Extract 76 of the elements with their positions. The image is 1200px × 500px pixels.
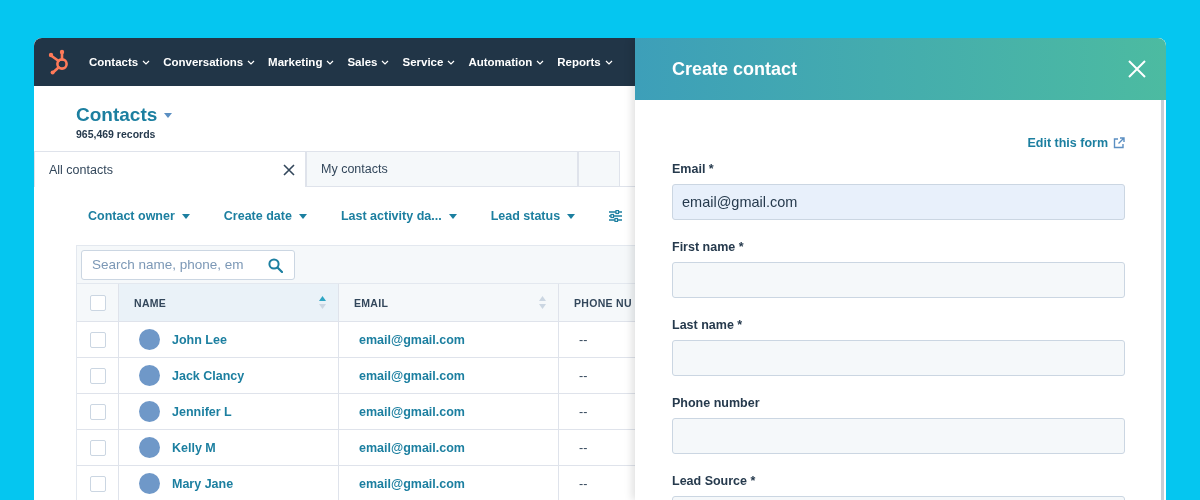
external-link-icon — [1113, 137, 1125, 149]
panel-title: Create contact — [672, 58, 798, 80]
caret-icon — [448, 213, 457, 219]
nav-menu-item[interactable]: Contacts — [89, 56, 151, 68]
contact-name-link[interactable]: Mary Jane — [172, 476, 234, 491]
avatar-icon — [139, 473, 160, 494]
caret-icon — [447, 59, 456, 65]
view-tab[interactable]: My contacts — [306, 151, 578, 186]
nav-menu-item[interactable]: Service — [402, 56, 456, 68]
caret-icon — [164, 112, 173, 118]
filter-dropdown[interactable]: Create date — [223, 209, 307, 223]
filter-sliders-icon[interactable] — [609, 210, 623, 222]
phone-cell: -- — [579, 368, 588, 383]
email-link[interactable]: email@gmail.com — [359, 332, 465, 347]
select-all-checkbox[interactable] — [89, 294, 106, 311]
view-tab[interactable] — [578, 151, 620, 186]
field-label: Last name * — [672, 318, 744, 332]
row-checkbox[interactable] — [89, 331, 106, 348]
close-icon[interactable] — [283, 163, 295, 176]
email-link[interactable]: email@gmail.com — [359, 440, 465, 455]
phone-cell: -- — [579, 440, 588, 455]
contact-name-link[interactable]: John Lee — [172, 332, 227, 347]
text-input-field[interactable] — [672, 262, 1125, 298]
contact-name-link[interactable]: Jennifer L — [172, 404, 232, 419]
page-title[interactable]: Contacts — [76, 104, 158, 126]
caret-icon — [536, 59, 545, 65]
row-checkbox[interactable] — [89, 475, 106, 492]
avatar-icon — [139, 365, 160, 386]
edit-form-link[interactable]: Edit this form — [1027, 136, 1125, 150]
filter-dropdown[interactable]: Contact owner — [88, 209, 190, 223]
caret-icon — [381, 59, 390, 65]
record-count: 965,469 records — [76, 128, 157, 140]
avatar-icon — [139, 329, 160, 350]
caret-icon — [247, 59, 256, 65]
view-tab[interactable]: All contacts — [34, 151, 306, 187]
text-input-field[interactable]: email@gmail.com — [672, 184, 1125, 220]
caret-icon — [181, 213, 190, 219]
column-header[interactable]: PHONE NU — [559, 284, 635, 322]
phone-cell: -- — [579, 332, 588, 347]
row-checkbox[interactable] — [89, 367, 106, 384]
field-label: Email * — [672, 162, 715, 176]
text-input-field[interactable] — [672, 340, 1125, 376]
sort-icon[interactable] — [319, 296, 326, 309]
text-input-field[interactable] — [672, 418, 1125, 454]
nav-menu-item[interactable]: Automation — [468, 56, 545, 68]
search-field[interactable]: Search name, phone, em — [81, 249, 295, 280]
field-label: Phone number — [672, 396, 761, 410]
avatar-icon — [139, 437, 160, 458]
caret-icon — [567, 213, 576, 219]
contact-name-link[interactable]: Kelly M — [172, 440, 216, 455]
phone-cell: -- — [579, 404, 588, 419]
phone-cell: -- — [579, 476, 588, 491]
nav-menu-item[interactable]: Conversations — [163, 56, 256, 68]
nav-menu-item[interactable]: Sales — [347, 56, 390, 68]
search-icon[interactable] — [268, 257, 283, 273]
row-checkbox[interactable] — [89, 403, 106, 420]
email-link[interactable]: email@gmail.com — [359, 476, 465, 491]
sort-icon[interactable] — [539, 296, 546, 309]
filter-dropdown[interactable]: Last activity da... — [340, 209, 457, 223]
close-button[interactable] — [1128, 60, 1146, 78]
email-link[interactable]: email@gmail.com — [359, 368, 465, 383]
row-checkbox[interactable] — [89, 439, 106, 456]
contact-name-link[interactable]: Jack Clancy — [172, 368, 245, 383]
caret-icon — [298, 213, 307, 219]
caret-icon — [604, 59, 613, 65]
column-header[interactable]: NAME — [119, 284, 339, 322]
caret-icon — [326, 59, 335, 65]
avatar-icon — [139, 401, 160, 422]
caret-icon — [142, 59, 151, 65]
column-header[interactable]: EMAIL — [339, 284, 559, 322]
field-label: First name * — [672, 240, 745, 254]
email-link[interactable]: email@gmail.com — [359, 404, 465, 419]
nav-menu-item[interactable]: Reports — [557, 56, 613, 68]
nav-menu-item[interactable]: Marketing — [268, 56, 335, 68]
field-label: Lead Source * — [672, 474, 757, 488]
filter-dropdown[interactable]: Lead status — [490, 209, 576, 223]
